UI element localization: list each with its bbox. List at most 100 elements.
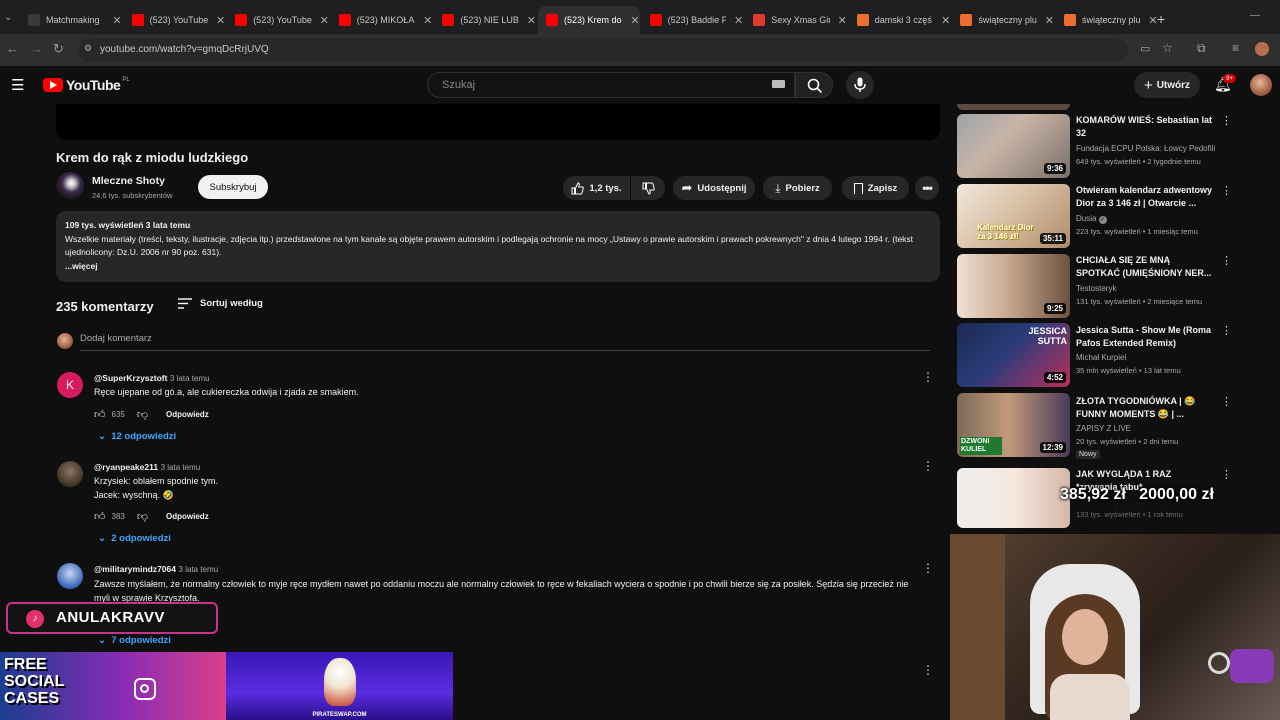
comment-menu-icon[interactable]: ⋮ [922,561,934,575]
comment-like-icon[interactable]: 👍︎ [94,408,106,421]
related-title[interactable]: Jessica Sutta - Show Me (Roma Pafos Exte… [1076,324,1214,349]
minimize-window-icon[interactable]: — [1250,10,1260,21]
url-field[interactable]: youtube.com/watch?v=gmqDcRrjUVQ [78,38,1128,62]
channel-name[interactable]: Mleczne Shoty [92,175,165,187]
related-thumbnail[interactable]: DZWONI KULIEL 12:39 [957,393,1070,457]
reading-list-icon[interactable]: ≡ [1232,41,1239,55]
extensions-icon[interactable]: ⧉ [1197,41,1206,56]
related-title[interactable]: ZŁOTA TYGODNIÓWKA | 😂 FUNNY MOMENTS 😂 | … [1076,395,1214,420]
share-button[interactable]: ➦ Udostępnij [673,176,755,200]
reload-icon[interactable]: ↻ [53,41,64,57]
comment-menu-icon[interactable]: ⋮ [922,370,934,384]
comment-author[interactable]: @militarymindz7064 [94,564,176,574]
new-tab-icon[interactable]: + [1157,11,1165,27]
bookmark-star-icon[interactable]: ☆ [1162,41,1173,55]
back-icon[interactable]: ← [6,41,19,56]
comment-time[interactable]: 3 lata temu [161,463,201,472]
description-box[interactable]: 109 tys. wyświetleń 3 lata temu Wszelkie… [56,211,940,282]
related-menu-icon[interactable]: ⋮ [1221,254,1232,267]
tab-close-icon[interactable]: ✕ [423,14,432,27]
subscribe-button[interactable]: Subskrybuj [198,175,268,199]
tab-close-icon[interactable]: ✕ [527,14,536,27]
comment-time[interactable]: 3 lata temu [170,374,210,383]
video-player[interactable] [56,104,940,140]
related-menu-icon[interactable]: ⋮ [1221,395,1232,408]
tab-list-icon[interactable]: ⌄ [4,12,12,23]
create-button[interactable]: + Utwórz [1134,72,1200,98]
toggle-replies-button[interactable]: ⌄ 12 odpowiedzi [98,431,176,442]
comment-like-icon[interactable]: 👍︎ [94,510,106,523]
youtube-logo[interactable]: YouTube PL [43,77,130,93]
description-more-link[interactable]: ...więcej [65,260,931,274]
related-thumbnail[interactable]: JESSICA SUTTA 4:52 [957,323,1070,387]
comment-menu-icon[interactable]: ⋮ [922,459,934,473]
related-menu-icon[interactable]: ⋮ [1221,468,1232,481]
related-channel[interactable]: Michał Kurpiel [1076,353,1126,362]
related-thumbnail[interactable]: Kalendarz Dior za 3 146 zł! 35:11 [957,184,1070,248]
site-settings-icon[interactable]: ⚙ [84,43,92,54]
save-button[interactable]: Zapisz [842,176,909,200]
tab-close-icon[interactable]: ✕ [630,14,639,27]
comment-author[interactable]: @SuperKrzysztoft [94,373,167,383]
toggle-replies-button[interactable]: ⌄ 7 odpowiedzi [98,635,171,646]
comment-avatar[interactable]: K [57,372,83,398]
menu-hamburger-icon[interactable]: ☰ [11,76,24,94]
account-avatar[interactable] [1250,74,1272,96]
forward-icon[interactable]: → [30,41,43,56]
browser-tab[interactable]: Sexy Xmas Girl ✕ [745,6,847,34]
browser-tab[interactable]: (523) YouTube ✕ [124,6,225,34]
tab-close-icon[interactable]: ✕ [320,14,329,27]
related-menu-icon[interactable]: ⋮ [1221,114,1232,127]
sort-button[interactable]: Sortuj według [178,298,263,309]
download-button[interactable]: ⤓ Pobierz [763,176,832,200]
comment-menu-icon[interactable]: ⋮ [922,663,934,677]
reply-button[interactable]: Odpowiedz [166,410,209,419]
tab-close-icon[interactable]: ✕ [941,14,950,27]
dislike-button[interactable] [631,176,665,200]
related-title[interactable]: Otwieram kalendarz adwentowy Dior za 3 1… [1076,184,1214,209]
comment-dislike-icon[interactable]: 👎︎ [137,408,148,421]
related-title[interactable]: CHCIAŁA SIĘ ZE MNĄ SPOTKAĆ (UMIĘŚNIONY N… [1076,254,1214,279]
tab-close-icon[interactable]: ✕ [838,14,847,27]
comment-avatar[interactable] [57,461,83,487]
related-menu-icon[interactable]: ⋮ [1221,184,1232,197]
tab-close-icon[interactable]: ✕ [1045,14,1054,27]
comment-avatar[interactable] [57,563,83,589]
browser-tab[interactable]: (523) Baddie P ✕ [642,6,743,34]
cast-icon[interactable]: ▭ [1140,42,1150,55]
browser-tab[interactable]: (523) NIE LUBI ✕ [434,6,536,34]
profile-avatar-icon[interactable] [1255,42,1269,56]
like-button[interactable]: 1,2 tys. [563,176,630,200]
browser-tab[interactable]: Matchmaking ✕ [20,6,122,34]
comment-time[interactable]: 3 lata temu [179,565,219,574]
related-thumbnail[interactable]: 9:25 [957,254,1070,318]
search-button[interactable] [795,72,833,98]
tab-close-icon[interactable]: ✕ [216,14,225,27]
related-thumbnail[interactable]: 9:36 [957,114,1070,178]
related-channel[interactable]: Fundacja ECPU Polska: Łowcy Pedofili [1076,144,1215,153]
voice-search-button[interactable] [846,71,874,99]
comment-dislike-icon[interactable]: 👎︎ [137,510,148,523]
more-actions-button[interactable]: ••• [915,176,939,200]
related-channel[interactable]: Testosteryk [1076,284,1116,293]
browser-tab[interactable]: świąteczny plu ✕ [1056,6,1158,34]
browser-tab[interactable]: (523) Krem do ✕ [538,6,640,34]
related-thumbnail[interactable] [957,468,1070,528]
keyboard-icon[interactable] [772,80,785,88]
channel-avatar[interactable] [56,172,84,200]
tab-close-icon[interactable]: ✕ [112,14,121,27]
related-channel[interactable]: Dusia ✓ [1076,214,1107,224]
comment-author[interactable]: @ryanpeake211 [94,462,158,472]
browser-tab[interactable]: damski 3 częś ✕ [849,6,950,34]
browser-tab[interactable]: (523) MIKOŁA ✕ [331,6,432,34]
related-channel[interactable]: ZAPISY Z LIVE [1076,424,1131,433]
add-comment-input[interactable]: Dodaj komentarz [80,333,930,351]
related-title[interactable]: KOMARÓW WIEŚ: Sebastian lat 32 [1076,114,1214,139]
browser-tab[interactable]: świąteczny plu ✕ [952,6,1054,34]
toggle-replies-button[interactable]: ⌄ 2 odpowiedzi [98,533,171,544]
browser-tab[interactable]: (523) YouTube ✕ [227,6,329,34]
reply-button[interactable]: Odpowiedz [166,512,209,521]
tab-close-icon[interactable]: ✕ [734,14,743,27]
search-input[interactable]: Szukaj [427,72,795,98]
related-menu-icon[interactable]: ⋮ [1221,324,1232,337]
